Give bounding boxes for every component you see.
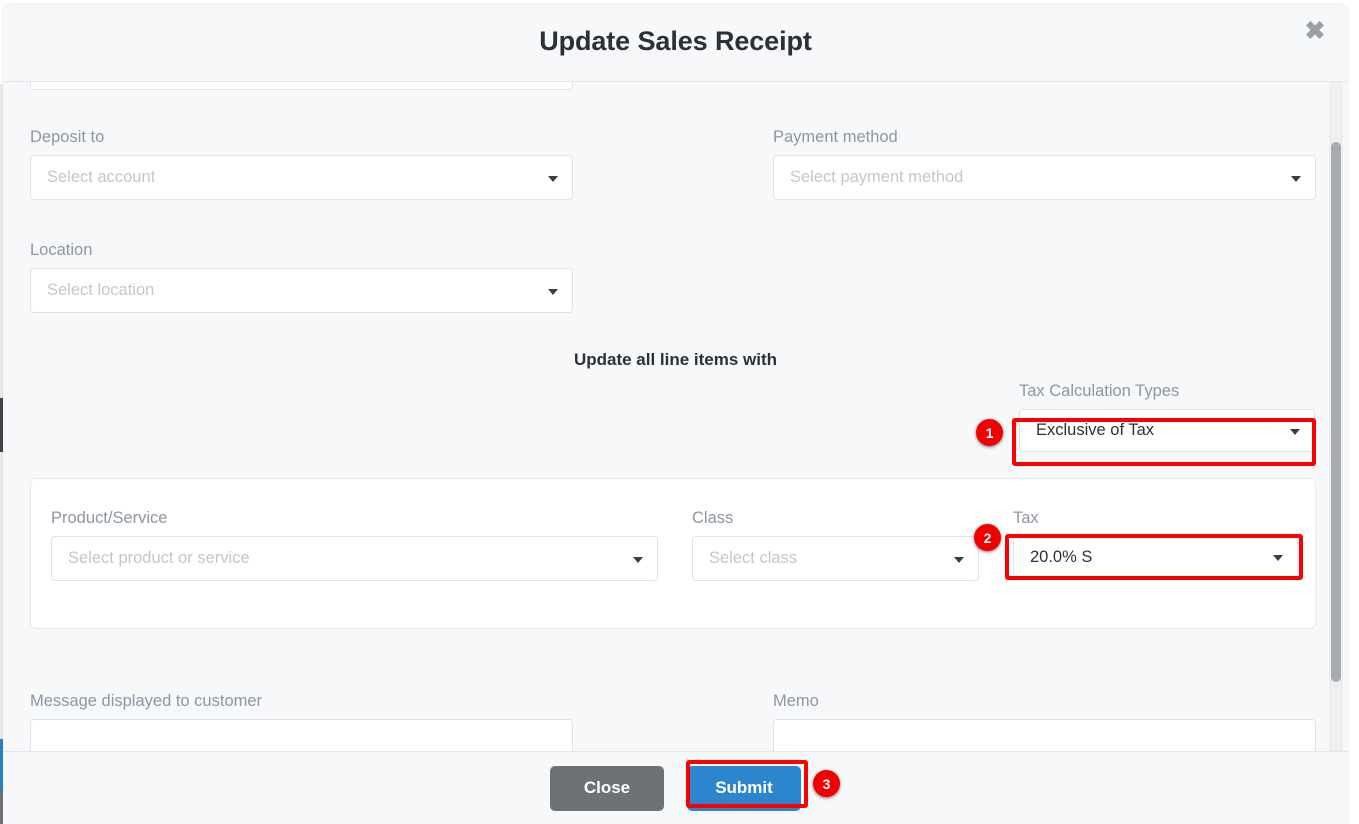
payment-method-select[interactable]: Select payment method xyxy=(773,155,1316,200)
dialog-header: Update Sales Receipt ✖ xyxy=(3,4,1348,82)
memo-input[interactable] xyxy=(773,719,1316,751)
message-to-customer-input[interactable] xyxy=(30,719,573,751)
field-product-service: Product/Service Select product or servic… xyxy=(51,509,658,581)
message-to-customer-label: Message displayed to customer xyxy=(30,692,263,710)
location-select[interactable]: Select location xyxy=(30,268,573,313)
chevron-down-icon xyxy=(548,288,558,295)
deposit-to-select[interactable]: Select account xyxy=(30,155,573,200)
product-service-label: Product/Service xyxy=(51,509,168,527)
dialog-body: Deposit to Select account Payment method… xyxy=(3,82,1348,751)
location-value: Select location xyxy=(47,281,155,299)
tax-calculation-types-label: Tax Calculation Types xyxy=(1019,382,1180,400)
payment-method-label: Payment method xyxy=(773,128,898,146)
deposit-to-label: Deposit to xyxy=(30,128,105,146)
chevron-down-icon xyxy=(954,556,964,563)
field-payment-method: Payment method Select payment method xyxy=(773,128,1316,200)
tax-value: 20.0% S xyxy=(1030,547,1093,566)
close-button[interactable]: Close xyxy=(550,765,664,811)
page-root: Update Sales Receipt ✖ Deposit to Select… xyxy=(0,0,1359,824)
clipped-field-above[interactable] xyxy=(30,82,573,90)
bulk-update-section-title: Update all line items with xyxy=(573,350,778,369)
tax-calculation-types-value: Exclusive of Tax xyxy=(1036,421,1154,439)
chevron-down-icon xyxy=(1290,428,1300,435)
field-tax: Tax 20.0% S xyxy=(1013,509,1298,578)
close-icon[interactable]: ✖ xyxy=(1301,17,1329,45)
dialog-footer: Close Submit xyxy=(3,751,1348,824)
chevron-down-icon xyxy=(633,556,643,563)
dialog-title: Update Sales Receipt xyxy=(539,26,812,56)
field-location: Location Select location xyxy=(30,241,573,313)
memo-label: Memo xyxy=(773,692,819,710)
tax-calculation-types-select[interactable]: Exclusive of Tax xyxy=(1019,409,1315,452)
field-deposit-to: Deposit to Select account xyxy=(30,128,573,200)
payment-method-value: Select payment method xyxy=(790,168,964,186)
annotation-badge-3: 3 xyxy=(813,770,840,797)
field-message-to-customer: Message displayed to customer xyxy=(30,692,573,751)
product-service-value: Select product or service xyxy=(68,549,250,567)
annotation-badge-1: 1 xyxy=(976,419,1003,446)
tax-select[interactable]: 20.0% S xyxy=(1013,536,1298,578)
update-sales-receipt-dialog: Update Sales Receipt ✖ Deposit to Select… xyxy=(3,4,1348,824)
class-value: Select class xyxy=(709,549,798,567)
product-service-select[interactable]: Select product or service xyxy=(51,536,658,581)
line-item-card: Product/Service Select product or servic… xyxy=(30,478,1316,629)
field-memo: Memo xyxy=(773,692,1316,751)
class-select[interactable]: Select class xyxy=(692,536,979,581)
deposit-to-value: Select account xyxy=(47,168,156,186)
tax-label: Tax xyxy=(1013,509,1039,527)
class-label: Class xyxy=(692,509,734,527)
chevron-down-icon xyxy=(548,175,558,182)
field-class: Class Select class xyxy=(692,509,979,581)
submit-button[interactable]: Submit xyxy=(687,765,801,811)
field-tax-calculation-types: Tax Calculation Types Exclusive of Tax xyxy=(1019,382,1315,452)
annotation-badge-2: 2 xyxy=(974,524,1001,551)
chevron-down-icon xyxy=(1273,555,1283,561)
location-label: Location xyxy=(30,241,93,259)
vertical-scrollbar-thumb[interactable] xyxy=(1331,142,1341,682)
chevron-down-icon xyxy=(1291,175,1301,182)
